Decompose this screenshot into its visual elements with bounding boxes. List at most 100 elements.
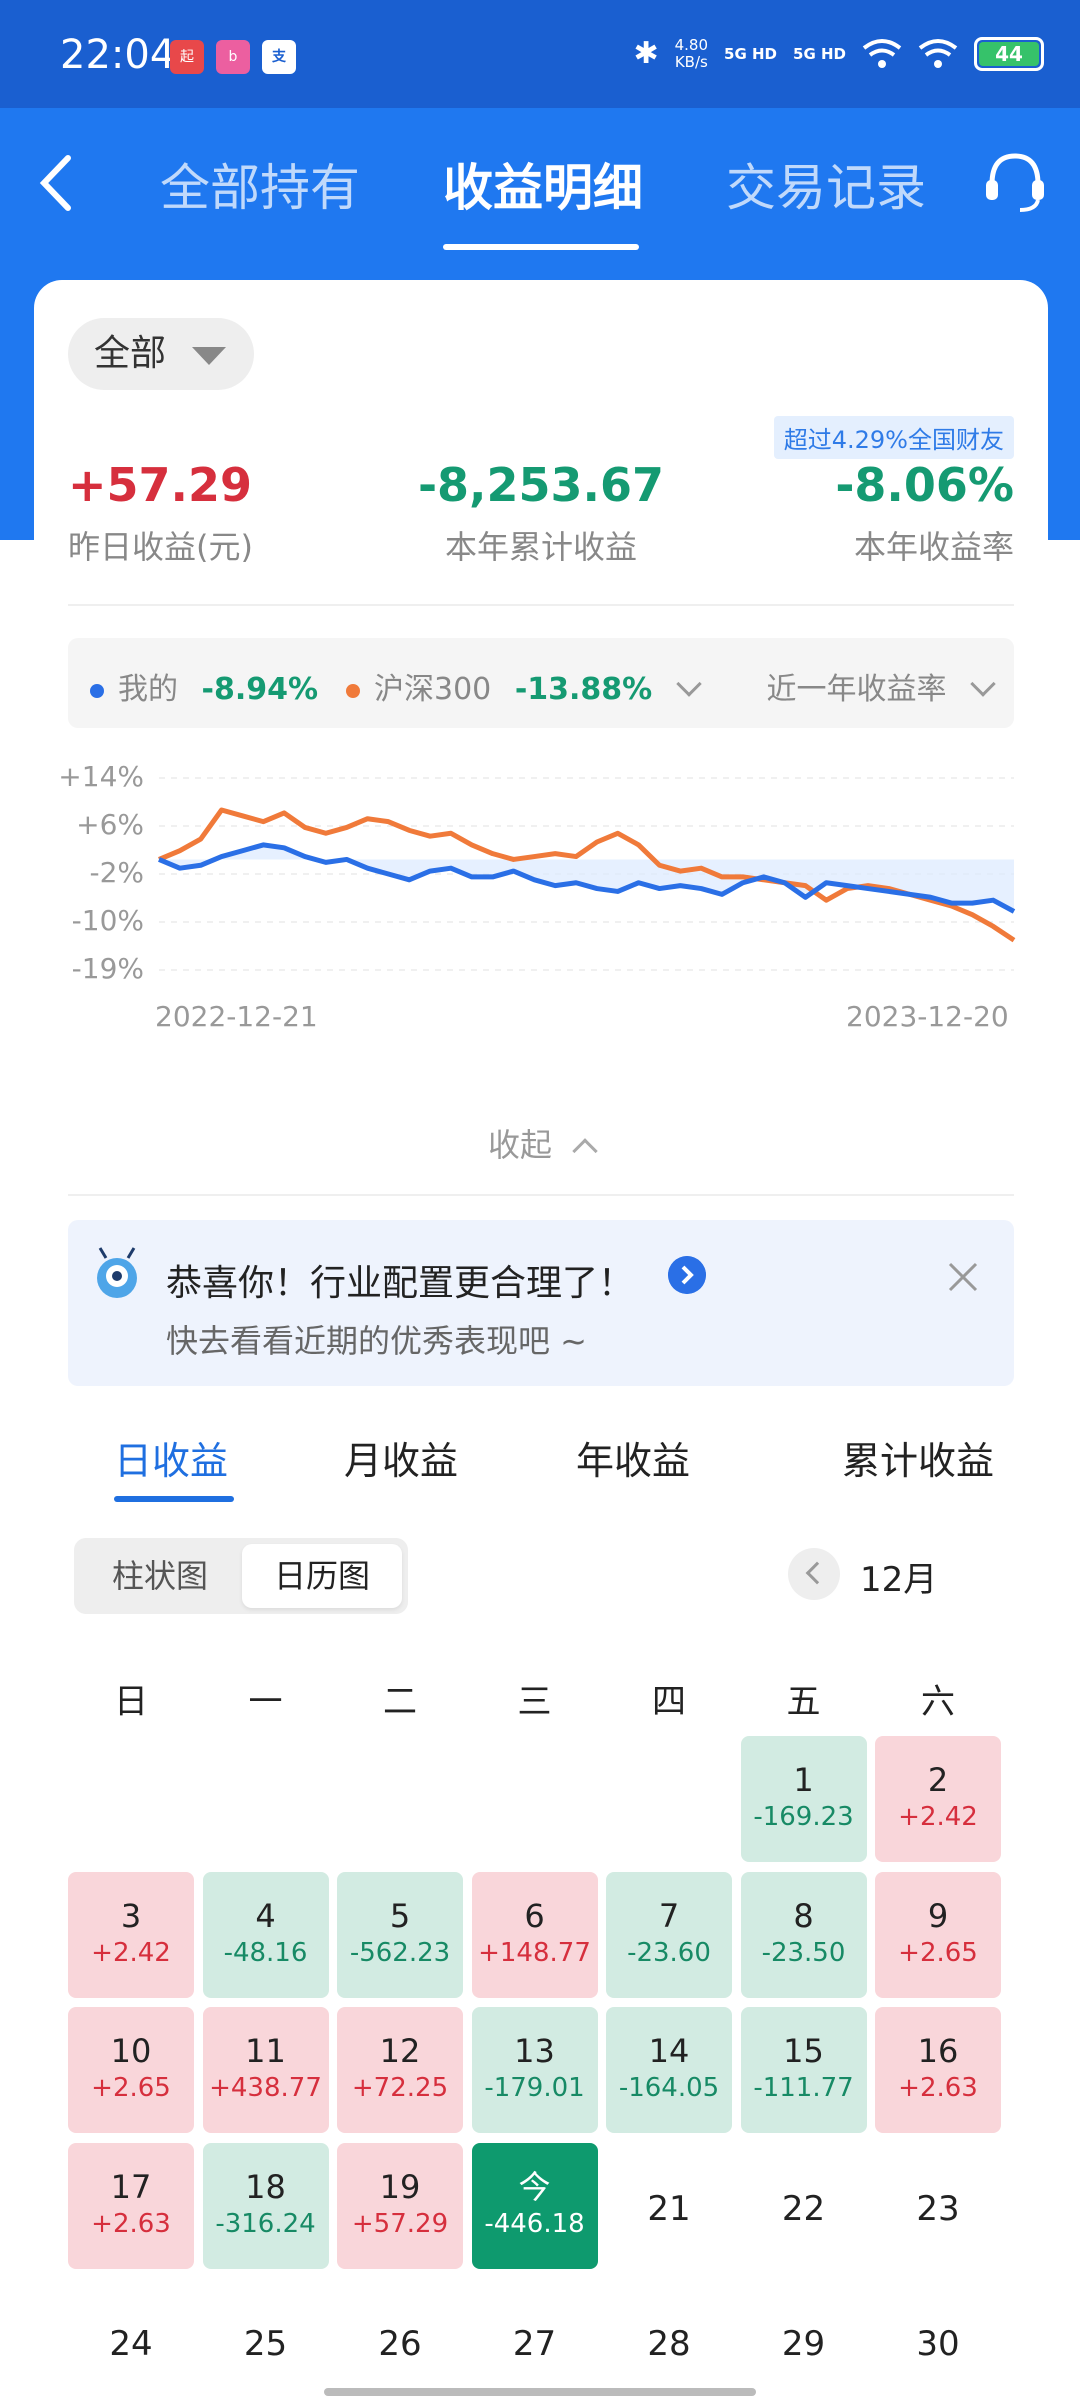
notification-icons: 起 b 支 — [170, 40, 296, 74]
calendar-day[interactable]: 16 +2.63 — [875, 2007, 1001, 2133]
home-indicator — [324, 2388, 756, 2396]
legend-dot-index — [346, 683, 360, 698]
tab-holdings[interactable]: 全部持有 — [160, 148, 360, 220]
status-indicators: ✱ 4.80 KB/s 5G HD 5G HD 44 — [633, 36, 1044, 71]
weekday-label: 五 — [786, 1682, 821, 1722]
bar-view-option[interactable]: 柱状图 — [80, 1544, 240, 1608]
yield-chart: +14% +6% -2% -10% -19% 2022-12-21 2023-12-20 — [34, 750, 1048, 1050]
arrow-right-icon[interactable] — [668, 1256, 706, 1294]
day-number: 23 — [916, 2188, 960, 2229]
income-card: 全部 超过4.29%全国财友 +57.29 昨日收益(元) -8,253.67 … — [34, 280, 1048, 2400]
bilibili-notification-icon: b — [216, 40, 250, 74]
calendar-day[interactable]: 27 — [472, 2278, 598, 2400]
day-income: -48.16 — [223, 1937, 308, 1968]
day-income: -169.23 — [753, 1802, 854, 1832]
calendar-day[interactable]: 30 — [875, 2278, 1001, 2400]
calendar-day[interactable]: 7 -23.60 — [606, 1871, 732, 1998]
month-selector: 12月 — [788, 1544, 988, 1604]
weekday-label: 四 — [652, 1682, 686, 1722]
day-number: 28 — [647, 2324, 691, 2364]
day-income: +2.42 — [91, 1937, 171, 1968]
calendar-day[interactable]: 23 — [875, 2143, 1001, 2269]
calendar-day[interactable]: 9 +2.65 — [875, 1871, 1001, 1998]
prev-month-button[interactable] — [788, 1548, 840, 1600]
tab-yearly[interactable]: 年收益 — [576, 1430, 690, 1485]
day-income: -164.05 — [618, 2073, 720, 2103]
day-number: 3 — [120, 1896, 142, 1935]
tab-daily[interactable]: 日收益 — [114, 1430, 228, 1485]
chevron-down-icon — [676, 671, 702, 697]
period-selector[interactable]: 近一年收益率 — [766, 664, 996, 708]
tab-transactions[interactable]: 交易记录 — [726, 148, 926, 220]
day-income: +72.25 — [351, 2073, 449, 2103]
calendar-day[interactable]: 8 -23.50 — [740, 1871, 867, 1998]
x-tick-label: 2023-12-20 — [846, 1000, 1009, 1033]
calendar-day[interactable]: 18 -316.24 — [202, 2142, 329, 2269]
day-number: 12 — [379, 2032, 421, 2070]
legend-index-selector[interactable]: 沪深300 -13.88% — [346, 664, 702, 708]
calendar-day[interactable]: 22 — [741, 2143, 867, 2269]
calendar-day[interactable]: 24 — [68, 2278, 194, 2400]
chevron-up-icon — [572, 1138, 598, 1164]
account-filter-dropdown[interactable]: 全部 — [68, 318, 254, 390]
stat-year-rate: -8.06% 本年收益率 — [835, 458, 1014, 566]
calendar-day[interactable]: 28 — [606, 2278, 732, 2400]
calendar-view-option[interactable]: 日历图 — [242, 1544, 402, 1608]
calendar-day[interactable]: 14 -164.05 — [606, 2007, 732, 2133]
calendar-day[interactable]: 17 +2.63 — [68, 2142, 194, 2269]
calendar-day[interactable]: 6 +148.77 — [471, 1871, 598, 1998]
calendar-day[interactable]: 21 — [606, 2143, 732, 2269]
day-number: 9 — [927, 1896, 949, 1935]
calendar-day[interactable]: 10 +2.65 — [68, 2007, 194, 2133]
day-number: 4 — [255, 1896, 276, 1935]
chart-legend-bar: 我的 -8.94% 沪深300 -13.88% 近一年收益率 — [68, 638, 1014, 728]
day-number: 22 — [781, 2188, 826, 2229]
calendar-day[interactable]: 26 — [337, 2278, 463, 2400]
tab-income-detail[interactable]: 收益明细 — [443, 148, 643, 220]
day-income: -316.24 — [215, 2208, 316, 2239]
y-tick-label: +6% — [76, 808, 144, 841]
calendar-day[interactable]: 19 +57.29 — [337, 2142, 463, 2269]
legend-dot-mine — [90, 683, 104, 698]
promo-title: 恭喜你！行业配置更合理了！ — [166, 1263, 635, 1304]
app-notification-icon: 起 — [170, 40, 204, 74]
day-income: +57.29 — [351, 2208, 449, 2239]
legend-mine: 我的 -8.94% — [90, 664, 318, 708]
customer-service-icon[interactable] — [980, 146, 1050, 216]
day-number: 11 — [245, 2032, 286, 2070]
calendar-day-today[interactable]: 今 -446.18 — [471, 2142, 598, 2269]
weekday-label: 二 — [383, 1682, 417, 1722]
day-number: 5 — [389, 1896, 411, 1935]
tab-monthly[interactable]: 月收益 — [344, 1430, 458, 1485]
day-number: 2 — [927, 1761, 949, 1799]
net-speed: 4.80 KB/s — [674, 35, 709, 71]
period-tabs: 日收益 月收益 年收益 累计收益 — [68, 1430, 1014, 1510]
calendar-day[interactable]: 4 -48.16 — [202, 1871, 329, 1998]
day-number: 10 — [110, 2032, 152, 2070]
day-number: 18 — [245, 2167, 286, 2206]
calendar-day[interactable]: 29 — [741, 2278, 867, 2400]
calendar-day[interactable]: 12 +72.25 — [337, 2007, 463, 2133]
calendar-day[interactable]: 3 +2.42 — [68, 1871, 194, 1998]
day-income: -446.18 — [484, 2208, 585, 2239]
series-area-fill — [159, 844, 1014, 912]
wifi-icon — [862, 38, 902, 68]
calendar-day[interactable]: 25 — [203, 2278, 329, 2400]
weekday-label: 三 — [517, 1682, 552, 1722]
close-icon[interactable] — [946, 1260, 980, 1294]
calendar-day[interactable]: 1 -169.23 — [740, 1736, 867, 1862]
calendar-day[interactable]: 2 +2.42 — [875, 1736, 1001, 1862]
battery-icon: 44 — [974, 36, 1044, 71]
day-number: 17 — [110, 2167, 152, 2206]
day-income: +2.63 — [91, 2208, 171, 2239]
chevron-down-icon — [970, 671, 996, 697]
promo-banner[interactable]: 恭喜你！行业配置更合理了！ 快去看看近期的优秀表现吧 ~ — [68, 1220, 1014, 1386]
collapse-chart-button[interactable]: 收起 — [34, 1120, 1048, 1166]
tab-cumulative[interactable]: 累计收益 — [842, 1430, 994, 1485]
calendar-day[interactable]: 11 +438.77 — [202, 2007, 329, 2133]
calendar-day[interactable]: 5 -562.23 — [337, 1871, 463, 1998]
x-tick-label: 2022-12-21 — [155, 1000, 318, 1033]
chevron-left-icon — [805, 1561, 829, 1585]
calendar-day[interactable]: 15 -111.77 — [740, 2007, 867, 2133]
calendar-day[interactable]: 13 -179.01 — [471, 2007, 598, 2133]
